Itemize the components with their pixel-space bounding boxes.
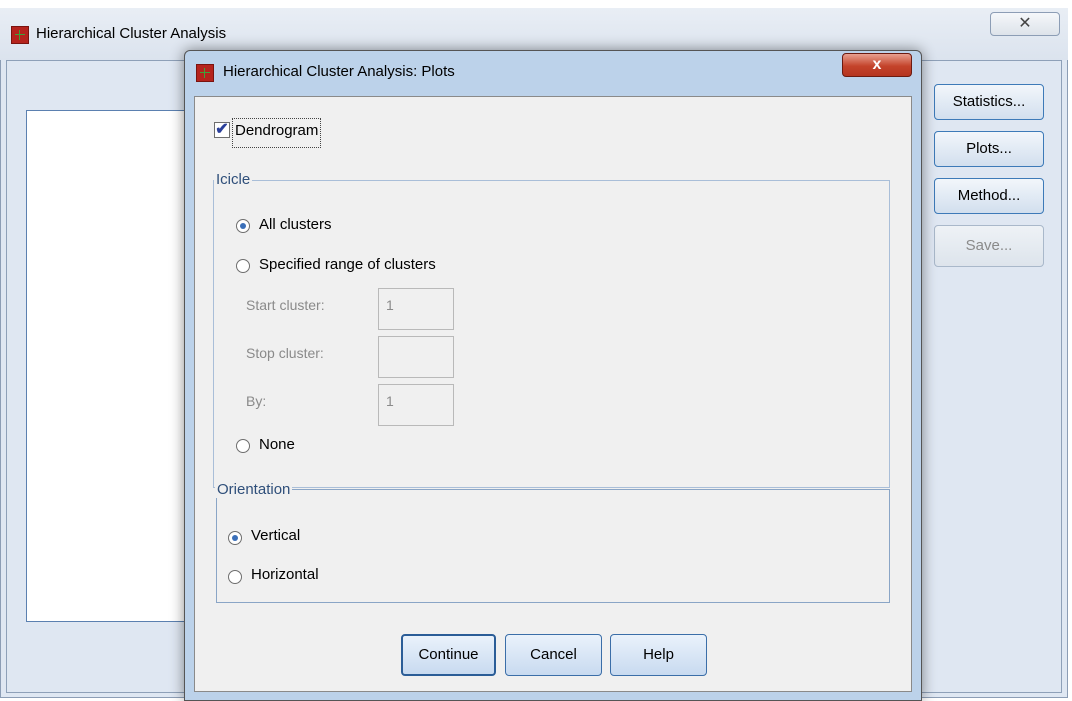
dialog-table-icon [196,64,214,82]
stop-cluster-label: Stop cluster: [246,345,324,361]
by-input[interactable]: 1 [378,384,454,426]
start-cluster-input[interactable]: 1 [378,288,454,330]
variable-list[interactable] [26,110,196,622]
dendrogram-checkbox[interactable]: ✔ [214,122,230,138]
start-cluster-label: Start cluster: [246,297,325,313]
orientation-group [216,489,890,603]
specified-range-radio[interactable] [236,259,250,273]
method-button[interactable]: Method... [934,178,1044,214]
none-label[interactable]: None [259,436,295,453]
vertical-label[interactable]: Vertical [251,527,300,544]
orientation-legend: Orientation [215,481,293,498]
background-close-button[interactable]: ✕ [990,12,1060,36]
horizontal-radio[interactable] [228,570,242,584]
cancel-button[interactable]: Cancel [505,634,602,676]
help-button[interactable]: Help [610,634,707,676]
statistics-button[interactable]: Statistics... [934,84,1044,120]
none-radio[interactable] [236,439,250,453]
stop-cluster-input[interactable] [378,336,454,378]
save-button[interactable]: Save... [934,225,1044,267]
all-clusters-label[interactable]: All clusters [259,216,332,233]
dendrogram-label[interactable]: Dendrogram [232,118,322,148]
background-window-title: Hierarchical Cluster Analysis [36,25,227,42]
by-label: By: [246,393,267,409]
dialog-close-button[interactable]: x [842,53,912,77]
plots-button[interactable]: Plots... [934,131,1044,167]
specified-range-label[interactable]: Specified range of clusters [259,256,436,273]
app-table-icon [11,26,29,44]
continue-button[interactable]: Continue [401,634,496,676]
all-clusters-radio[interactable] [236,219,250,233]
icicle-legend: Icicle [214,171,253,188]
horizontal-label[interactable]: Horizontal [251,566,319,583]
vertical-radio[interactable] [228,531,242,545]
dialog-title: Hierarchical Cluster Analysis: Plots [223,63,455,80]
